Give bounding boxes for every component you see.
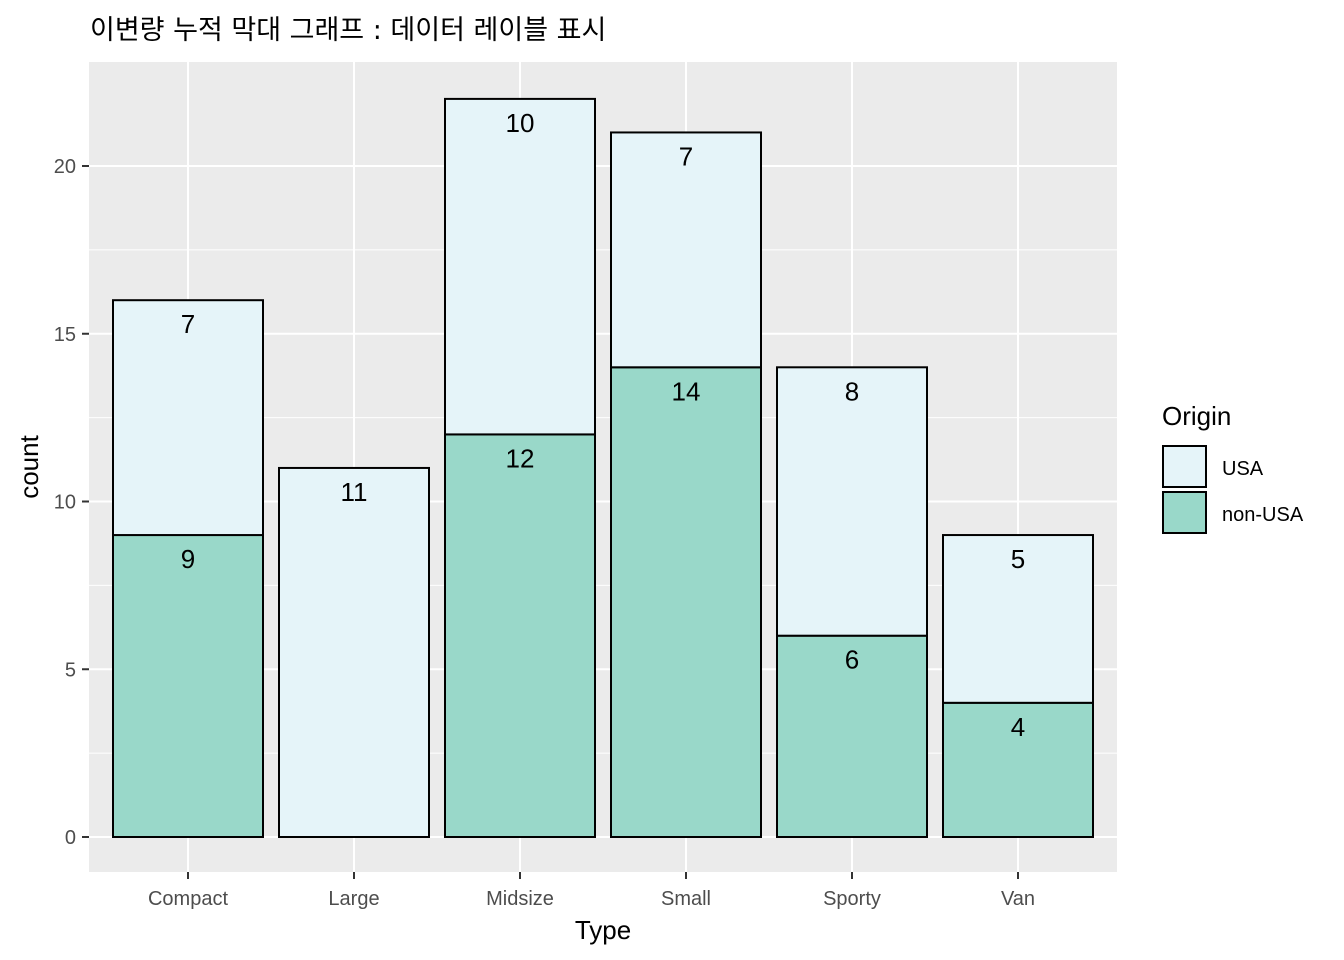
bar-segment-midsize-usa — [444, 97, 596, 436]
data-label: 10 — [506, 108, 535, 138]
data-label: 11 — [341, 477, 368, 507]
data-label: 4 — [1011, 712, 1025, 742]
bar-segment-sporty-usa — [776, 366, 928, 637]
x-axis-title: Type — [575, 915, 631, 945]
legend-label: non-USA — [1222, 504, 1304, 526]
y-axis: 0 5 10 15 20 — [54, 156, 89, 849]
legend-label: USA — [1222, 458, 1264, 480]
legend: Origin USA non-USA — [1162, 401, 1304, 534]
x-tick-label: Large — [328, 888, 379, 910]
data-label: 6 — [845, 645, 859, 675]
y-tick-label: 20 — [54, 156, 76, 178]
x-tick-label: Van — [1001, 888, 1035, 910]
bar-segment-compact-non-usa — [112, 534, 264, 838]
data-label: 9 — [181, 544, 195, 574]
data-label: 5 — [1011, 544, 1025, 574]
x-tick-label: Midsize — [486, 888, 554, 910]
legend-key-usa — [1162, 445, 1207, 488]
bar-segment-midsize-non-usa — [444, 433, 596, 838]
data-label: 14 — [672, 376, 701, 406]
chart-title: 이변량 누적 막대 그래프 : 데이터 레이블 표시 — [90, 15, 606, 46]
legend-key-non-usa — [1162, 491, 1207, 534]
x-axis: Compact Large Midsize Small Sporty Van — [148, 872, 1035, 910]
x-tick-label: Compact — [148, 888, 228, 910]
y-tick-label: 5 — [65, 659, 76, 681]
data-label: 7 — [679, 141, 693, 171]
y-tick-label: 10 — [54, 492, 76, 514]
bar-segment-small-non-usa — [610, 366, 762, 838]
bar-segment-large-usa — [278, 466, 430, 838]
data-label: 8 — [845, 376, 859, 406]
y-tick-label: 0 — [65, 827, 76, 849]
x-tick-label: Small — [661, 888, 711, 910]
data-label: 12 — [506, 443, 535, 473]
y-axis-title: count — [14, 434, 44, 498]
x-tick-label: Sporty — [823, 888, 881, 910]
y-tick-label: 15 — [54, 324, 76, 346]
stacked-bar-chart: 이변량 누적 막대 그래프 : 데이터 레이블 표시 9 7 11 12 10 14 7 6 8… — [14, 15, 1304, 945]
legend-title: Origin — [1162, 401, 1231, 431]
data-label: 7 — [181, 309, 195, 339]
